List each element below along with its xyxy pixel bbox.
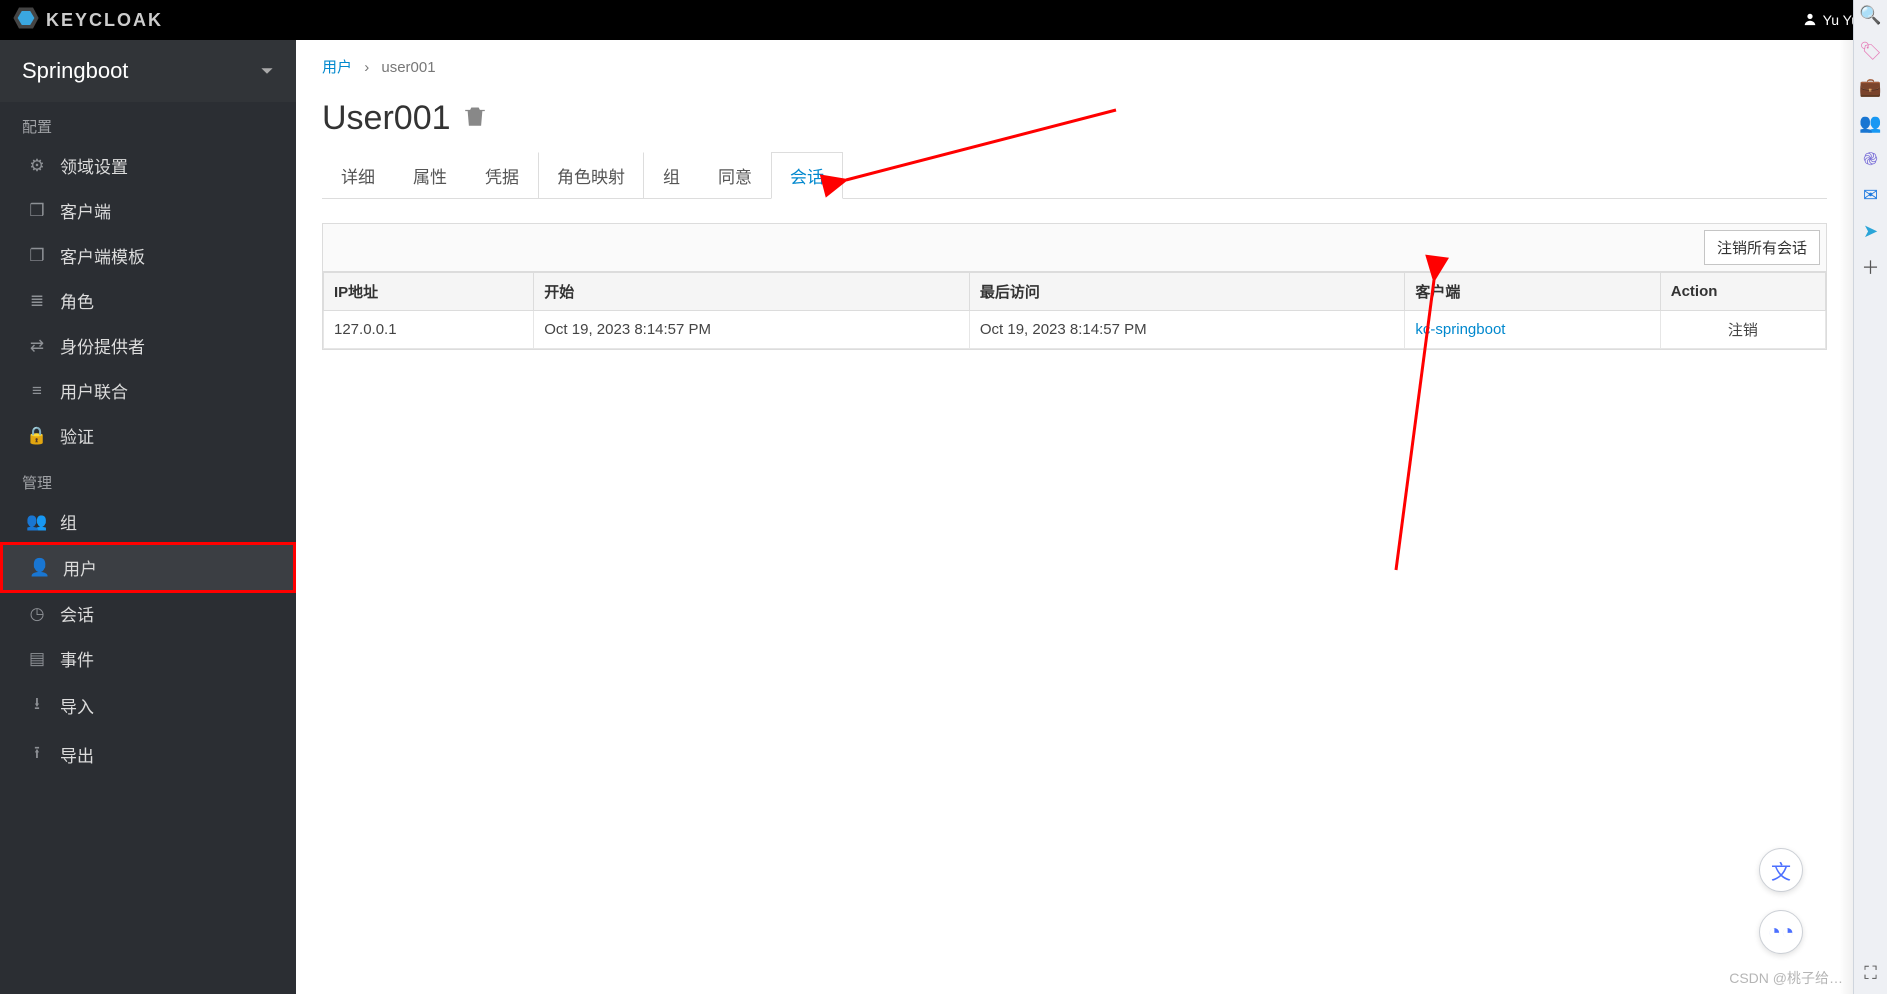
table-toolbar: 注销所有会话 bbox=[323, 224, 1826, 272]
import-icon: ⭳ bbox=[28, 691, 46, 720]
page-title: User001 bbox=[322, 99, 451, 138]
sidebar-item-authentication[interactable]: 🔒验证 bbox=[0, 413, 296, 458]
logout-all-sessions-button[interactable]: 注销所有会话 bbox=[1704, 230, 1820, 265]
breadcrumb-sep: › bbox=[364, 59, 369, 76]
outlook-icon[interactable]: ✉ bbox=[1860, 184, 1882, 206]
th-action: Action bbox=[1660, 273, 1825, 311]
section-configure-label: 配置 bbox=[0, 102, 296, 143]
right-toolbar: 🔍 🏷 💼 👥 ֎ ✉ ➤ ＋ ⛶ bbox=[1853, 0, 1887, 994]
lock-icon: 🔒 bbox=[28, 426, 46, 446]
floating-buttons: 文 ◔◔ bbox=[1759, 848, 1803, 954]
main-content: 用户 › user001 User001 详细 属性 凭据 角色映射 组 同意 … bbox=[296, 40, 1853, 994]
brand-logo: KEYCLOAK bbox=[12, 4, 163, 37]
exchange-icon: ⇄ bbox=[28, 336, 46, 356]
cubes-icon: ❐ bbox=[28, 246, 46, 266]
breadcrumb: 用户 › user001 bbox=[322, 56, 1827, 77]
highlight-box: 👤用户 bbox=[0, 542, 296, 593]
breadcrumb-users-link[interactable]: 用户 bbox=[322, 59, 352, 76]
tab-attributes[interactable]: 属性 bbox=[394, 152, 466, 199]
face-icon: ◔◔ bbox=[1768, 919, 1795, 945]
client-link[interactable]: kc-springboot bbox=[1415, 321, 1505, 338]
tag-icon[interactable]: 🏷 bbox=[1860, 40, 1882, 62]
tab-consents[interactable]: 同意 bbox=[699, 152, 771, 199]
chevron-down-icon bbox=[260, 58, 274, 84]
sessions-table-wrap: 注销所有会话 IP地址 开始 最后访问 客户端 Action 127.0.0.1… bbox=[322, 223, 1827, 350]
list-icon: ≣ bbox=[28, 291, 46, 311]
sidebar-item-realm-settings[interactable]: ⚙领域设置 bbox=[0, 143, 296, 188]
search-icon[interactable]: 🔍 bbox=[1860, 4, 1882, 26]
translate-button[interactable]: 文 bbox=[1759, 848, 1803, 892]
plus-icon[interactable]: ＋ bbox=[1860, 256, 1882, 278]
sessions-table: IP地址 开始 最后访问 客户端 Action 127.0.0.1 Oct 19… bbox=[323, 272, 1826, 349]
crop-icon[interactable]: ⛶ bbox=[1860, 962, 1882, 984]
tab-details[interactable]: 详细 bbox=[322, 152, 394, 199]
sidebar-item-sessions[interactable]: ◷会话 bbox=[0, 591, 296, 636]
cell-last: Oct 19, 2023 8:14:57 PM bbox=[969, 311, 1405, 349]
database-icon: ≡ bbox=[28, 381, 46, 401]
group-icon: 👥 bbox=[28, 512, 46, 532]
tab-credentials[interactable]: 凭据 bbox=[466, 152, 538, 199]
section-manage-label: 管理 bbox=[0, 458, 296, 499]
assistant-button[interactable]: ◔◔ bbox=[1759, 910, 1803, 954]
sidebar-item-events[interactable]: ▤事件 bbox=[0, 636, 296, 681]
keycloak-logo-icon bbox=[12, 4, 40, 37]
cell-action[interactable]: 注销 bbox=[1660, 311, 1825, 349]
sidebar-item-user-federation[interactable]: ≡用户联合 bbox=[0, 368, 296, 413]
send-icon[interactable]: ➤ bbox=[1860, 220, 1882, 242]
realm-name: Springboot bbox=[22, 58, 128, 84]
tabs: 详细 属性 凭据 角色映射 组 同意 会话 bbox=[322, 152, 1827, 199]
tab-groups[interactable]: 组 bbox=[644, 152, 699, 199]
cube-icon: ❒ bbox=[28, 201, 46, 221]
sidebar-item-groups[interactable]: 👥组 bbox=[0, 499, 296, 544]
app-header: KEYCLOAK Yu Yu bbox=[0, 0, 1887, 40]
cell-client: kc-springboot bbox=[1405, 311, 1660, 349]
table-header-row: IP地址 开始 最后访问 客户端 Action bbox=[324, 273, 1826, 311]
sidebar-item-import[interactable]: ⭳导入 bbox=[0, 681, 296, 730]
breadcrumb-current: user001 bbox=[381, 59, 435, 76]
sidebar-item-identity-providers[interactable]: ⇄身份提供者 bbox=[0, 323, 296, 368]
swirl-icon[interactable]: ֎ bbox=[1860, 148, 1882, 170]
tab-role-mappings[interactable]: 角色映射 bbox=[538, 152, 644, 199]
sidebar-item-export[interactable]: ⭱导出 bbox=[0, 730, 296, 779]
watermark: CSDN @桃子给… bbox=[1729, 968, 1843, 988]
table-row: 127.0.0.1 Oct 19, 2023 8:14:57 PM Oct 19… bbox=[324, 311, 1826, 349]
scroll-shadow bbox=[1839, 0, 1853, 994]
user-icon bbox=[1803, 12, 1817, 29]
translate-icon: 文 bbox=[1771, 856, 1791, 885]
logout-session-link: 注销 bbox=[1728, 322, 1758, 339]
cell-start: Oct 19, 2023 8:14:57 PM bbox=[534, 311, 970, 349]
sliders-icon: ⚙ bbox=[28, 156, 46, 176]
clock-icon: ◷ bbox=[28, 604, 46, 624]
briefcase-icon[interactable]: 💼 bbox=[1860, 76, 1882, 98]
th-start: 开始 bbox=[534, 273, 970, 311]
export-icon: ⭱ bbox=[28, 740, 46, 769]
cell-ip: 127.0.0.1 bbox=[324, 311, 534, 349]
brand-text: KEYCLOAK bbox=[46, 10, 163, 31]
realm-selector[interactable]: Springboot bbox=[0, 40, 296, 102]
page-title-row: User001 bbox=[322, 99, 1827, 138]
user-icon: 👤 bbox=[31, 558, 49, 578]
sidebar-item-users[interactable]: 👤用户 bbox=[3, 545, 293, 590]
sidebar-item-client-templates[interactable]: ❐客户端模板 bbox=[0, 233, 296, 278]
delete-user-button[interactable] bbox=[465, 105, 485, 133]
sidebar-item-clients[interactable]: ❒客户端 bbox=[0, 188, 296, 233]
sidebar-item-roles[interactable]: ≣角色 bbox=[0, 278, 296, 323]
th-ip: IP地址 bbox=[324, 273, 534, 311]
people-icon[interactable]: 👥 bbox=[1860, 112, 1882, 134]
sidebar: Springboot 配置 ⚙领域设置 ❒客户端 ❐客户端模板 ≣角色 ⇄身份提… bbox=[0, 40, 296, 994]
calendar-icon: ▤ bbox=[28, 649, 46, 669]
tab-sessions[interactable]: 会话 bbox=[771, 152, 843, 199]
th-last: 最后访问 bbox=[969, 273, 1405, 311]
th-client: 客户端 bbox=[1405, 273, 1660, 311]
